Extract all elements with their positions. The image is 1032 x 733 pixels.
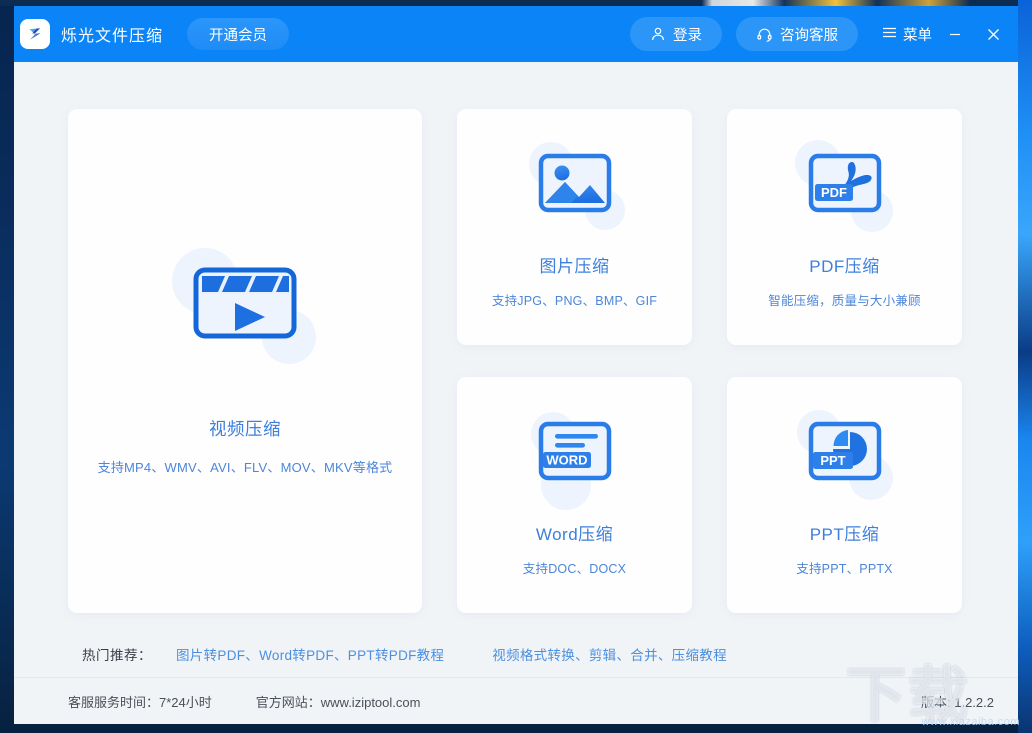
card-pdf-desc: 智能压缩，质量与大小兼顾 [768,290,920,309]
card-pdf-title: PDF压缩 [809,252,880,277]
desktop-left-edge [0,0,14,733]
customer-service-button[interactable]: 咨询客服 [736,17,858,51]
card-row-bottom: WORD Word压缩 支持DOC、DOCX [457,377,962,613]
hot-recommendations: 热门推荐： 图片转PDF、Word转PDF、PPT转PDF教程 视频格式转换、剪… [14,643,1018,665]
ppt-icon-wrap: PPT [795,414,895,494]
card-image-desc: 支持JPG、PNG、BMP、GIF [492,290,657,309]
video-clapper-play-icon [193,258,297,345]
card-ppt-desc: 支持PPT、PPTX [796,558,892,577]
card-ppt-title: PPT压缩 [810,520,880,545]
card-word-compression[interactable]: WORD Word压缩 支持DOC、DOCX [457,377,692,613]
footer-bar: 客服服务时间：7*24小时 官方网站：www.iziptool.com 版本: … [14,677,1018,724]
desktop-right-edge [1018,0,1032,733]
menu-button-label: 菜单 [903,24,932,45]
card-video-desc: 支持MP4、WMV、AVI、FLV、MOV、MKV等格式 [98,457,393,476]
app-title: 烁光文件压缩 [61,22,163,46]
app-window: 烁光文件压缩 开通会员 登录 咨询客服 [14,6,1018,724]
vip-button[interactable]: 开通会员 [187,18,289,50]
card-image-compression[interactable]: 图片压缩 支持JPG、PNG、BMP、GIF [457,109,692,345]
login-button-label: 登录 [673,24,702,45]
minimize-button[interactable] [940,19,970,49]
ppt-file-icon: PPT [808,420,882,487]
word-badge-text: WORD [546,453,587,468]
pdf-file-icon: PDF [808,152,882,219]
close-button[interactable] [978,19,1008,49]
login-button[interactable]: 登录 [630,17,722,51]
menu-button[interactable]: 菜单 [882,24,932,45]
feature-card-grid: 视频压缩 支持MP4、WMV、AVI、FLV、MOV、MKV等格式 [14,109,1018,613]
card-ppt-compression[interactable]: PPT PPT压缩 支持PPT、PPTX [727,377,962,613]
hot-link-video-tutorials[interactable]: 视频格式转换、剪辑、合并、压缩教程 [492,644,727,664]
card-pdf-compression[interactable]: PDF PDF压缩 智能压缩，质量与大小兼顾 [727,109,962,345]
hamburger-icon [882,26,897,43]
ppt-badge-text: PPT [820,453,845,468]
footer-service-time: 客服服务时间：7*24小时 [68,692,212,711]
card-video-compression[interactable]: 视频压缩 支持MP4、WMV、AVI、FLV、MOV、MKV等格式 [68,109,422,613]
word-icon-wrap: WORD [525,414,625,494]
image-picture-icon [538,152,612,219]
main-content: 视频压缩 支持MP4、WMV、AVI、FLV、MOV、MKV等格式 [14,62,1018,724]
customer-service-label: 咨询客服 [780,24,838,45]
user-icon [650,26,666,42]
pdf-icon-wrap: PDF [795,146,895,226]
card-row-top: 图片压缩 支持JPG、PNG、BMP、GIF [457,109,962,345]
image-icon-wrap [525,146,625,226]
app-logo [20,19,50,49]
title-bar: 烁光文件压缩 开通会员 登录 咨询客服 [14,6,1018,62]
footer-website: 官方网站：www.iziptool.com [256,692,421,711]
card-video-title: 视频压缩 [209,416,281,441]
card-image-title: 图片压缩 [540,252,610,277]
hot-recommendations-label: 热门推荐： [82,644,152,664]
headset-icon [756,26,773,43]
minimize-icon [948,27,962,41]
hot-link-pdf-tutorials[interactable]: 图片转PDF、Word转PDF、PPT转PDF教程 [176,644,444,664]
right-card-stack: 图片压缩 支持JPG、PNG、BMP、GIF [457,109,962,613]
close-icon [986,27,1001,42]
word-file-icon: WORD [538,420,612,487]
card-word-title: Word压缩 [536,520,613,545]
video-icon-wrap [170,246,320,356]
card-word-desc: 支持DOC、DOCX [523,558,626,577]
lightning-z-logo-icon [25,24,45,44]
footer-version: 版本: 1.2.2.2 [921,692,994,711]
pdf-badge-text: PDF [821,185,847,200]
